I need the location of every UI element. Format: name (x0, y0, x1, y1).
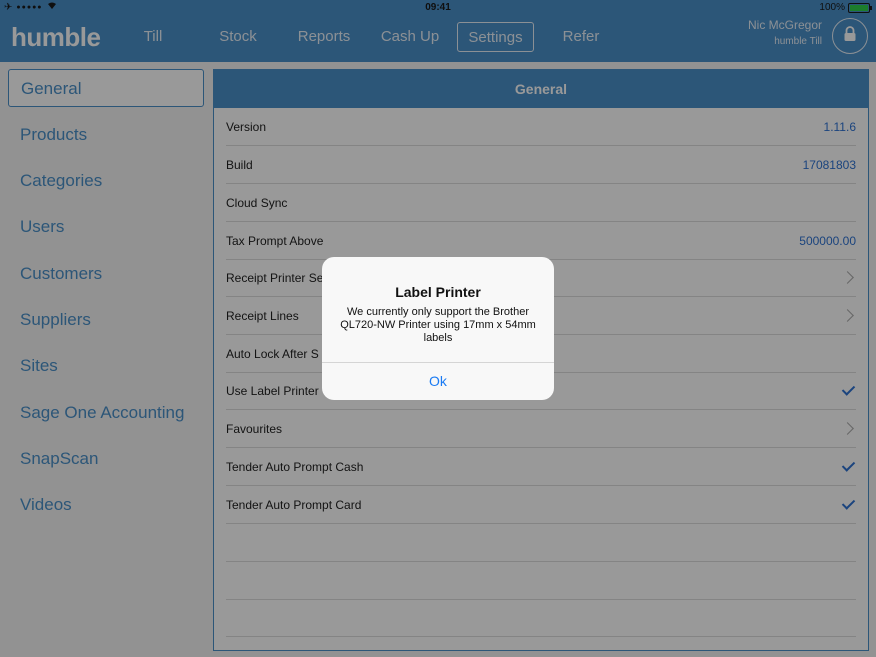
alert-ok-button[interactable]: Ok (322, 363, 554, 400)
alert-title: Label Printer (395, 284, 481, 300)
alert-message: We currently only support the Brother QL… (340, 306, 536, 344)
label-printer-alert: Label Printer We currently only support … (322, 257, 554, 400)
